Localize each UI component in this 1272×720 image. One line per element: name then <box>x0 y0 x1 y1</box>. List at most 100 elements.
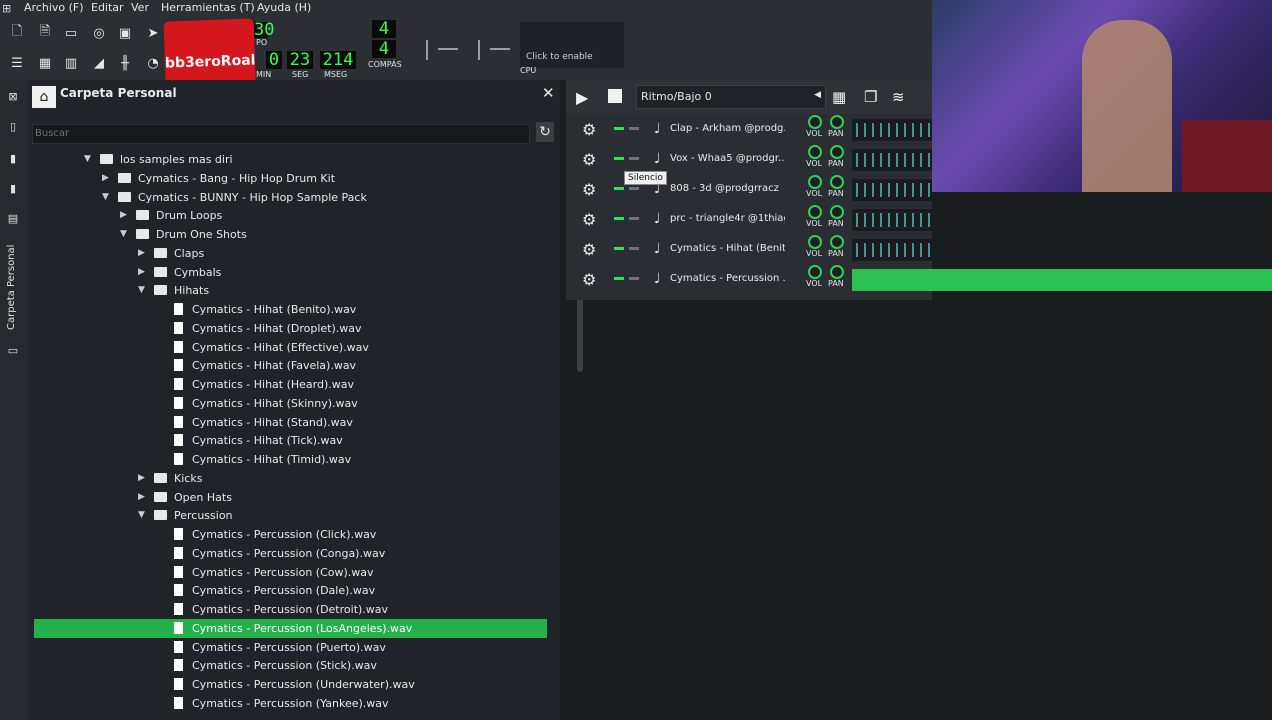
tree-file[interactable]: Cymatics - Hihat (Benito).wav <box>34 300 547 319</box>
tree-folder[interactable]: ▶ Open Hats <box>34 488 547 507</box>
mute-button[interactable] <box>614 247 624 250</box>
expand-down-icon[interactable]: ▼ <box>120 225 127 244</box>
cpu-meter[interactable]: Click to enable <box>520 22 624 68</box>
expand-right-icon[interactable]: ▶ <box>138 469 145 488</box>
track-name[interactable]: prc - triangle4r @1thiagg <box>670 213 785 224</box>
master-pitch-slider[interactable] <box>470 38 510 60</box>
pattern-block[interactable] <box>852 239 932 261</box>
tree-file[interactable]: Cymatics - Hihat (Droplet).wav <box>34 319 547 338</box>
volume-knob[interactable] <box>808 115 822 129</box>
open-folder-icon[interactable]: ▭ <box>62 24 80 42</box>
tree-file[interactable]: Cymatics - Percussion (Cow).wav <box>34 563 547 582</box>
new-from-template-icon[interactable]: 🗎 <box>36 24 54 42</box>
solo-button[interactable] <box>629 157 639 160</box>
tree-folder[interactable]: ▶ Cymbals <box>34 263 547 282</box>
pattern-block[interactable] <box>852 149 932 171</box>
computer-icon[interactable]: ▭ <box>5 344 21 358</box>
mute-button[interactable] <box>614 217 624 220</box>
solo-button[interactable] <box>629 127 639 130</box>
solo-button[interactable] <box>629 217 639 220</box>
stop-icon[interactable] <box>608 89 622 103</box>
volume-knob[interactable] <box>808 175 822 189</box>
projects-icon[interactable]: ▯ <box>5 120 21 134</box>
play-icon[interactable]: ▶ <box>576 88 588 107</box>
tree-file[interactable]: Cymatics - Percussion (Yankee).wav <box>34 694 547 713</box>
tempo-display[interactable]: 30 <box>254 22 274 39</box>
menu-ver[interactable]: Ver <box>131 1 149 14</box>
pan-knob[interactable] <box>830 235 844 249</box>
samples-icon[interactable]: ▮ <box>5 152 21 166</box>
refresh-icon[interactable]: ↻ <box>536 122 554 142</box>
instrument-note-icon[interactable]: ♩ <box>654 211 661 227</box>
pattern-block[interactable] <box>852 179 932 201</box>
pan-knob[interactable] <box>830 265 844 279</box>
menu-herramientas[interactable]: Herramientas (T) <box>161 1 255 14</box>
tree-folder[interactable]: ▼ Drum One Shots <box>34 225 547 244</box>
volume-knob[interactable] <box>808 265 822 279</box>
expand-right-icon[interactable]: ▶ <box>138 263 145 282</box>
pattern-block[interactable] <box>852 269 1272 291</box>
tree-file[interactable]: Cymatics - Percussion (Dale).wav <box>34 581 547 600</box>
tree-file[interactable]: Cymatics - Percussion (Conga).wav <box>34 544 547 563</box>
tree-file[interactable]: Cymatics - Hihat (Tick).wav <box>34 431 547 450</box>
track-settings-gear-icon[interactable]: ⚙ <box>582 240 596 259</box>
pattern-block[interactable] <box>852 119 932 141</box>
rail-tab-label[interactable]: Carpeta Personal <box>6 245 17 330</box>
pattern-selector[interactable]: Ritmo/Bajo 0 ◀ <box>636 85 826 109</box>
expand-right-icon[interactable]: ▶ <box>102 169 109 188</box>
menu-archivo[interactable]: Archivo (F) <box>24 1 84 14</box>
tree-folder[interactable]: ▼ los samples mas diri <box>34 150 547 169</box>
volume-knob[interactable] <box>808 145 822 159</box>
expand-down-icon[interactable]: ▼ <box>84 150 91 169</box>
expand-right-icon[interactable]: ▶ <box>120 206 127 225</box>
tree-file[interactable]: Cymatics - Percussion (LosAngeles).wav <box>34 618 547 638</box>
controller-icon[interactable]: ◔ <box>144 54 162 72</box>
tree-file[interactable]: Cymatics - Hihat (Stand).wav <box>34 413 547 432</box>
tree-file[interactable]: Cymatics - Hihat (Skinny).wav <box>34 394 547 413</box>
track-settings-gear-icon[interactable]: ⚙ <box>582 120 596 139</box>
track-name[interactable]: Clap - Arkham @prodg... <box>670 123 785 134</box>
master-volume-slider[interactable] <box>418 38 458 60</box>
track-name[interactable]: Cymatics - Hihat (Benito) <box>670 243 785 254</box>
export-icon[interactable]: ➤ <box>144 24 162 42</box>
track-settings-gear-icon[interactable]: ⚙ <box>582 180 596 199</box>
track-settings-gear-icon[interactable]: ⚙ <box>582 210 596 229</box>
track-name[interactable]: Cymatics - Percussion ... <box>670 273 785 284</box>
tree-folder[interactable]: ▶ Drum Loops <box>34 206 547 225</box>
solo-button[interactable] <box>629 247 639 250</box>
presets-icon[interactable]: ▮ <box>5 182 21 196</box>
pattern-block[interactable] <box>852 209 932 231</box>
piano-roll-icon[interactable]: ▥ <box>62 54 80 72</box>
tree-folder[interactable]: ▼ Cymatics - BUNNY - Hip Hop Sample Pack <box>34 188 547 207</box>
tree-folder[interactable]: ▶ Claps <box>34 244 547 263</box>
automation-icon[interactable]: ◢ <box>90 54 108 72</box>
tree-file[interactable]: Cymatics - Percussion (Puerto).wav <box>34 638 547 657</box>
volume-knob[interactable] <box>808 205 822 219</box>
pan-knob[interactable] <box>830 145 844 159</box>
instrument-note-icon[interactable]: ♩ <box>654 241 661 257</box>
pan-knob[interactable] <box>830 175 844 189</box>
track-name[interactable]: Vox - Whaa5 @prodgr... <box>670 153 785 164</box>
menu-ayuda[interactable]: Ayuda (H) <box>257 1 311 14</box>
tree-folder[interactable]: ▼ Percussion <box>34 506 547 525</box>
solo-button[interactable] <box>629 187 639 190</box>
tree-folder[interactable]: ▶ Kicks <box>34 469 547 488</box>
expand-right-icon[interactable]: ▶ <box>138 244 145 263</box>
mixer-icon[interactable]: ╫ <box>116 54 134 72</box>
menu-editar[interactable]: Editar <box>91 1 124 14</box>
clone-pattern-icon[interactable]: ❐ <box>864 88 877 106</box>
close-browser-icon[interactable]: ✕ <box>542 84 555 102</box>
instrument-note-icon[interactable]: ♩ <box>654 151 661 167</box>
instrument-note-icon[interactable]: ♩ <box>654 271 661 287</box>
mute-button[interactable] <box>614 187 624 190</box>
mute-button[interactable] <box>614 127 624 130</box>
expand-down-icon[interactable]: ▼ <box>138 506 145 525</box>
tree-folder[interactable]: ▼ Hihats <box>34 281 547 300</box>
beat-editor-icon[interactable]: ▦ <box>36 54 54 72</box>
expand-down-icon[interactable]: ▼ <box>102 188 109 207</box>
home-folder-icon[interactable]: ▤ <box>5 212 21 226</box>
song-editor-icon[interactable]: ☰ <box>8 54 26 72</box>
tree-file[interactable]: Cymatics - Percussion (Detroit).wav <box>34 600 547 619</box>
volume-knob[interactable] <box>808 235 822 249</box>
add-beat-icon[interactable]: ▦ <box>832 88 846 106</box>
